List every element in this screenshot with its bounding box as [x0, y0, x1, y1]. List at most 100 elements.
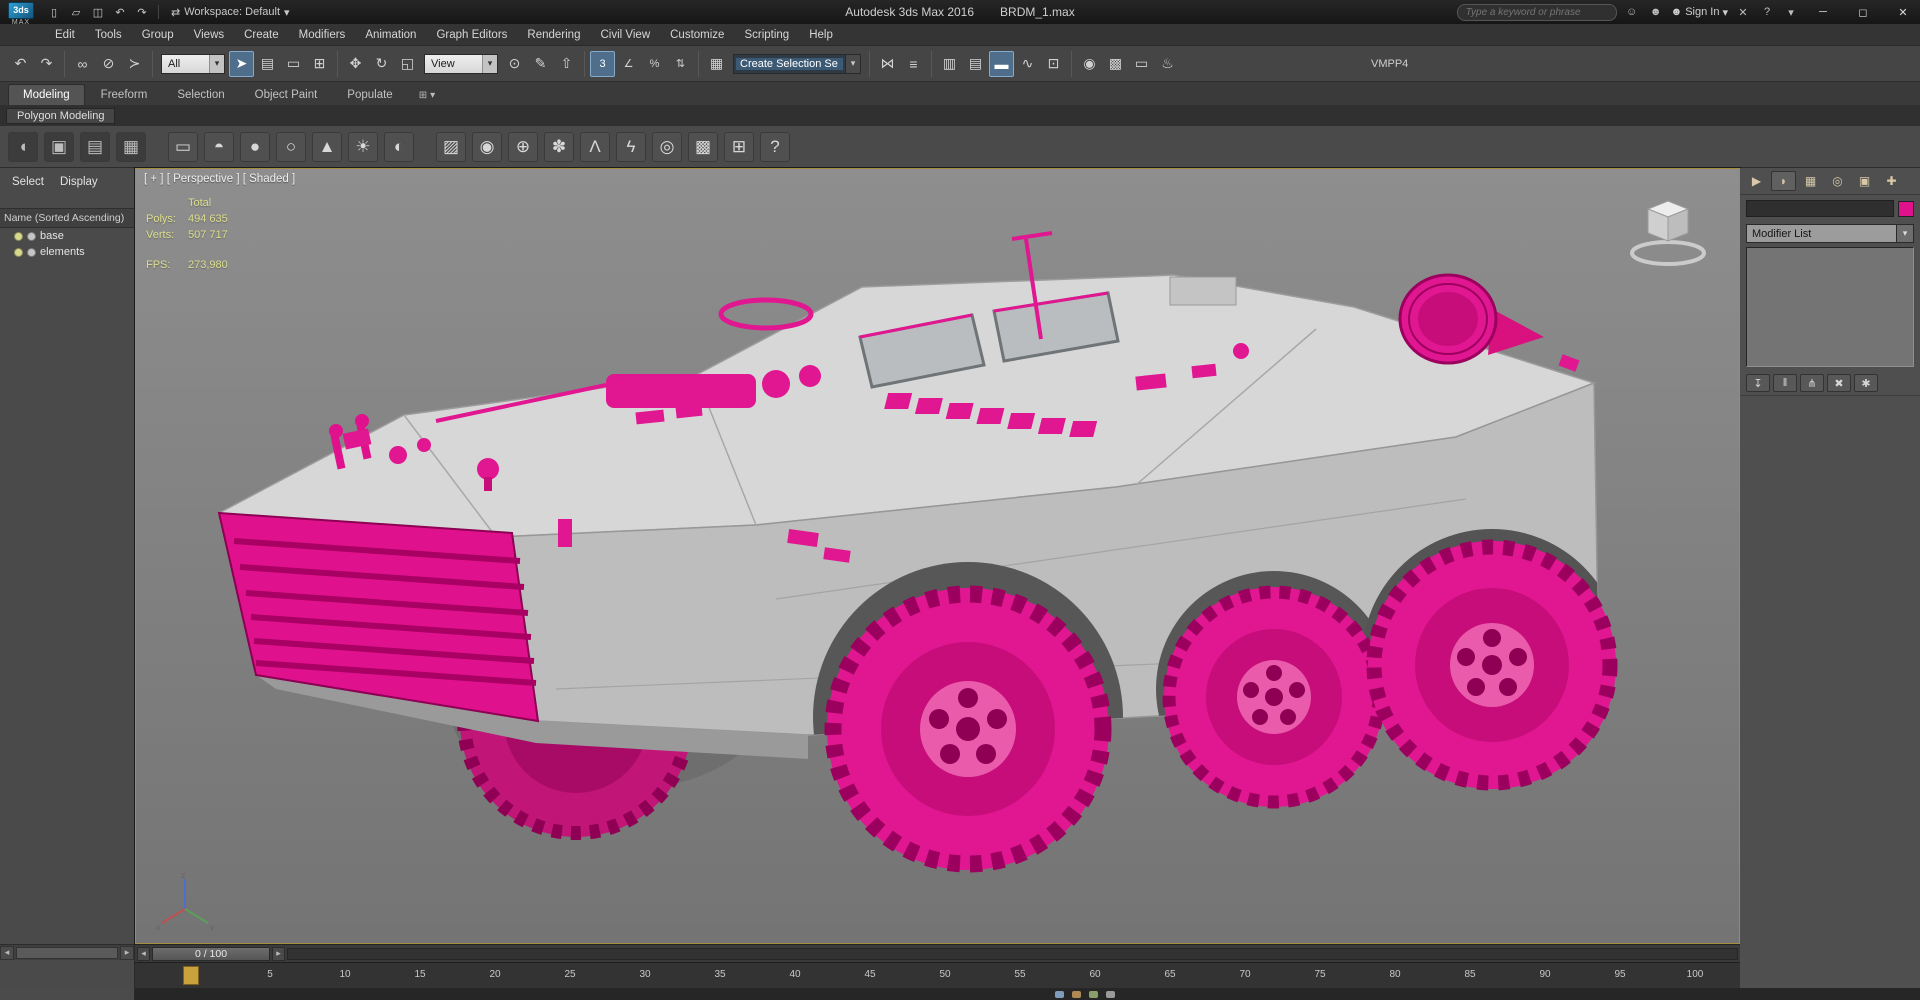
cone-primitive-icon[interactable]: ▲ [312, 131, 342, 162]
close-button[interactable]: ✕ [1886, 1, 1920, 23]
menu-create[interactable]: Create [235, 26, 288, 44]
polygon-modeling-panel-label[interactable]: Polygon Modeling [6, 108, 116, 124]
search-input[interactable] [1456, 3, 1617, 21]
angle-snap-toggle[interactable]: ∠ [616, 51, 641, 77]
tab-selection[interactable]: Selection [163, 85, 238, 105]
session-close-icon[interactable]: ✕ [1734, 3, 1752, 21]
toggle-layer-explorer-button[interactable]: ▤ [963, 51, 988, 77]
bones-icon[interactable]: Λ [580, 131, 610, 162]
scrollbar-thumb[interactable] [16, 946, 118, 959]
box-primitive-icon[interactable]: ▭ [168, 131, 198, 162]
select-object-button[interactable]: ➤ [229, 50, 254, 77]
status-icon[interactable] [1072, 990, 1081, 998]
viewport-label[interactable]: [ + ] [ Perspective ] [ Shaded ] [144, 173, 295, 185]
modeling-flyout-icon[interactable]: ◖ [8, 131, 38, 162]
undo-quick-button[interactable]: ↶ [110, 3, 130, 21]
status-icon[interactable] [1055, 990, 1064, 998]
render-production-button[interactable]: ♨ [1155, 51, 1180, 77]
scroll-left-icon[interactable]: ◂ [0, 945, 14, 960]
menu-help[interactable]: Help [800, 26, 842, 44]
sun-light-icon[interactable]: ☀ [348, 131, 378, 162]
maximize-button[interactable]: ◻ [1846, 1, 1880, 23]
tab-populate[interactable]: Populate [333, 85, 406, 105]
named-selection-sets-dropdown[interactable]: Create Selection Se ▾ [733, 53, 861, 74]
menu-views[interactable]: Views [185, 26, 233, 44]
list-item[interactable]: base [0, 228, 134, 244]
select-by-name-button[interactable]: ▤ [255, 51, 280, 77]
sphere-primitive-icon[interactable]: ● [240, 131, 270, 162]
scene-explorer-hscrollbar[interactable]: ◂ ▸ [0, 944, 134, 960]
reference-coordinate-dropdown[interactable]: View ▾ [424, 53, 498, 74]
profile-icon[interactable]: ☻ [1647, 3, 1665, 21]
menu-scripting[interactable]: Scripting [735, 26, 798, 44]
grid-tools-icon[interactable]: ▤ [80, 131, 110, 162]
tab-freeform[interactable]: Freeform [87, 85, 162, 105]
scene-explorer-tab-select[interactable]: Select [6, 174, 50, 190]
brdm-model[interactable] [136, 169, 1739, 943]
previous-frame-button[interactable]: ◂ [137, 946, 150, 961]
scene-explorer-sort-header[interactable]: Name (Sorted Ascending) [0, 208, 134, 228]
new-scene-button[interactable]: ▯ [44, 3, 64, 21]
ring-primitive-icon[interactable]: ○ [276, 131, 306, 162]
menu-graph-editors[interactable]: Graph Editors [427, 26, 516, 44]
percent-snap-toggle[interactable]: % [642, 51, 667, 77]
status-icon[interactable] [1089, 990, 1098, 998]
menu-civil-view[interactable]: Civil View [591, 26, 659, 44]
bind-to-spacewarp-button[interactable]: ≻ [122, 51, 147, 77]
minimize-button[interactable]: ─ [1806, 1, 1840, 23]
status-icon[interactable] [1106, 990, 1115, 998]
rendered-frame-window-button[interactable]: ▭ [1129, 51, 1154, 77]
spinner-snap-toggle[interactable]: ⇅ [668, 51, 693, 77]
modifier-stack[interactable] [1746, 247, 1914, 367]
foliage-icon[interactable]: ✽ [544, 131, 574, 162]
align-button[interactable]: ≡ [901, 51, 926, 77]
redo-quick-button[interactable]: ↷ [132, 3, 152, 21]
tab-create[interactable]: ▶ [1744, 171, 1769, 191]
toggle-ribbon-button[interactable]: ▬ [989, 50, 1014, 77]
array-icon[interactable]: ▩ [688, 131, 718, 162]
tab-object-paint[interactable]: Object Paint [241, 85, 332, 105]
open-file-button[interactable]: ▱ [66, 3, 86, 21]
sign-in-button[interactable]: ☻ Sign In ▾ [1671, 6, 1728, 19]
3ds-max-logo[interactable]: 3ds MAX [4, 2, 38, 40]
view-cube[interactable] [1613, 191, 1723, 271]
modifier-list-dropdown[interactable]: Modifier List ▾ [1746, 224, 1914, 243]
menu-animation[interactable]: Animation [356, 26, 425, 44]
track-bar[interactable]: 5 10 15 20 25 30 35 40 45 50 55 60 65 70 75 80 85 90 95 100 [135, 962, 1740, 988]
menu-group[interactable]: Group [133, 26, 183, 44]
curve-editor-button[interactable]: ∿ [1015, 51, 1040, 77]
community-icon[interactable]: ☺ [1623, 3, 1641, 21]
show-end-result-button[interactable]: ‖ [1773, 374, 1797, 392]
ball-joint-icon[interactable]: ◉ [472, 131, 502, 162]
menu-tools[interactable]: Tools [86, 26, 131, 44]
save-file-button[interactable]: ◫ [88, 3, 108, 21]
shaded-sphere-icon[interactable]: ◐ [384, 131, 414, 162]
tab-modeling[interactable]: Modeling [8, 84, 85, 105]
window-crossing-toggle[interactable]: ⊞ [307, 51, 332, 77]
visibility-bulb-icon[interactable] [14, 247, 23, 257]
tab-hierarchy[interactable]: ▦ [1798, 171, 1823, 191]
undo-button[interactable]: ↶ [8, 51, 33, 77]
mirror-button[interactable]: ⋈ [875, 51, 900, 77]
tab-display[interactable]: ▣ [1852, 171, 1877, 191]
material-editor-button[interactable]: ◉ [1077, 51, 1102, 77]
time-slider-track[interactable] [287, 947, 1738, 960]
menu-edit[interactable]: Edit [46, 26, 84, 44]
select-and-link-button[interactable]: ∞ [70, 51, 95, 77]
make-unique-button[interactable]: ⋔ [1800, 374, 1824, 392]
time-slider-handle[interactable]: 0 / 100 [152, 946, 270, 961]
lightning-icon[interactable]: ϟ [616, 131, 646, 162]
tab-utilities[interactable]: ✚ [1879, 171, 1904, 191]
object-color-swatch[interactable] [1898, 200, 1914, 217]
orb-icon[interactable]: ◎ [652, 131, 682, 162]
unlink-selection-button[interactable]: ⊘ [96, 51, 121, 77]
hatch-pattern-icon[interactable]: ▨ [436, 131, 466, 162]
perspective-viewport[interactable]: [ + ] [ Perspective ] [ Shaded ] Total P… [135, 168, 1740, 944]
menu-rendering[interactable]: Rendering [518, 26, 589, 44]
pin-stack-button[interactable]: ↧ [1746, 374, 1770, 392]
select-and-rotate-button[interactable]: ↻ [369, 51, 394, 77]
scene-explorer-tab-display[interactable]: Display [54, 174, 104, 190]
object-name-field[interactable] [1746, 200, 1894, 217]
keyboard-override-toggle[interactable]: ⇧ [554, 51, 579, 77]
render-setup-button[interactable]: ▩ [1103, 51, 1128, 77]
